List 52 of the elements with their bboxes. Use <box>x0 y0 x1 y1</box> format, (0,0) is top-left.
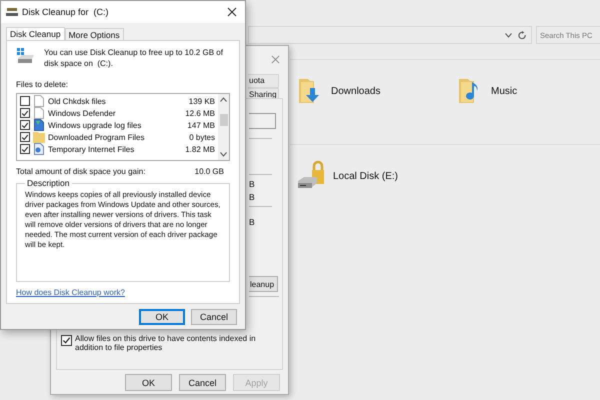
checkbox[interactable] <box>61 335 72 346</box>
dialog-button[interactable]: Cancel <box>191 309 237 325</box>
file-name[interactable]: Windows upgrade log files <box>48 120 184 130</box>
folder-icon <box>33 131 45 143</box>
disk-cleanup-button[interactable]: leanup <box>249 276 278 292</box>
file-icon <box>34 119 44 131</box>
scrollbar[interactable] <box>218 94 229 160</box>
item-label[interactable]: Music <box>491 86 518 96</box>
file-size: 0 bytes <box>189 132 215 142</box>
files-label: Files to delete: <box>16 80 70 89</box>
tab[interactable]: uota <box>248 74 279 88</box>
dialog-button[interactable]: OK <box>125 374 172 391</box>
file-name[interactable]: Temporary Internet Files <box>48 144 182 154</box>
drive-icon <box>16 47 36 65</box>
total-value: 10.0 GB <box>194 167 224 176</box>
refresh-icon[interactable] <box>518 30 527 40</box>
checkbox-label: Allow files on this drive to have contents indexed in addition to file properties <box>75 334 257 352</box>
size-value: B <box>249 192 255 202</box>
file-size: 12.6 MB <box>185 108 215 118</box>
checkbox[interactable] <box>20 144 30 154</box>
help-link[interactable]: How does Disk Cleanup work? <box>16 288 125 297</box>
file-icon <box>34 107 44 119</box>
close-icon[interactable] <box>227 7 237 17</box>
text-field[interactable] <box>249 113 276 129</box>
checkbox[interactable] <box>20 96 30 106</box>
size-value: B <box>249 179 255 189</box>
disk-cleanup-icon <box>6 7 18 17</box>
group-title: Description <box>26 178 71 188</box>
scroll-up-icon[interactable] <box>220 97 227 102</box>
file-name[interactable]: Downloaded Program Files <box>48 132 186 142</box>
window-title: Disk Cleanup for (C:) <box>22 7 110 17</box>
dialog-button[interactable]: OK <box>139 309 185 325</box>
tab[interactable]: Disk Cleanup <box>6 27 65 40</box>
checkbox[interactable] <box>20 108 30 118</box>
chevron-down-icon[interactable] <box>505 32 512 38</box>
file-name[interactable]: Windows Defender <box>48 108 182 118</box>
file-size: 147 MB <box>187 120 215 130</box>
dialog-button[interactable]: Cancel <box>179 374 226 391</box>
file-size: 1.82 MB <box>185 144 215 154</box>
checkbox[interactable] <box>20 132 30 142</box>
size-value: B <box>249 217 255 227</box>
tab[interactable]: More Options <box>64 28 124 40</box>
intro-text: You can use Disk Cleanup to free up to 10.2 GB of disk space on (C:). <box>44 47 224 69</box>
scroll-down-icon[interactable] <box>220 152 227 157</box>
scroll-thumb[interactable] <box>220 114 228 126</box>
total-label: Total amount of disk space you gain: <box>16 167 146 176</box>
checkbox[interactable] <box>20 120 30 130</box>
file-icon <box>34 143 44 155</box>
item-label[interactable]: Downloads <box>331 86 380 96</box>
file-name[interactable]: Old Chkdsk files <box>48 96 186 106</box>
item-label[interactable]: Local Disk (E:) <box>333 170 398 182</box>
file-size: 139 KB <box>188 96 215 106</box>
